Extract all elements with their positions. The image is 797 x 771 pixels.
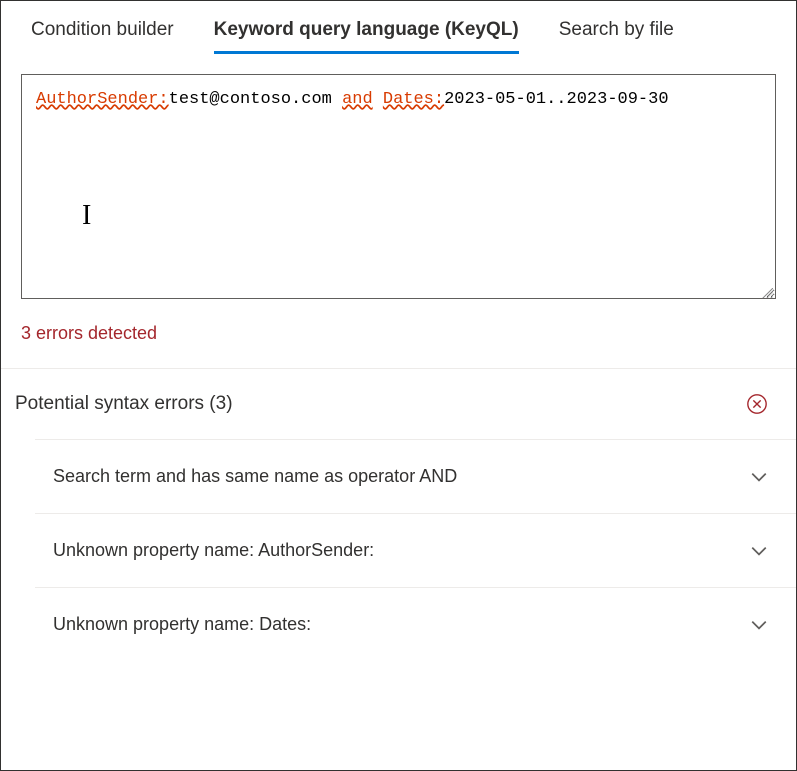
chevron-down-icon bbox=[750, 468, 768, 486]
query-operator: and bbox=[342, 90, 373, 109]
error-message: Unknown property name: Dates: bbox=[53, 614, 311, 635]
resize-handle-icon[interactable] bbox=[761, 284, 773, 296]
section-title: Potential syntax errors (3) bbox=[15, 393, 233, 415]
query-property: AuthorSender: bbox=[36, 90, 169, 109]
error-list: Search term and has same name as operato… bbox=[1, 439, 796, 661]
query-input[interactable]: AuthorSender:test@contoso.com and Dates:… bbox=[21, 74, 776, 299]
error-summary: 3 errors detected bbox=[1, 299, 796, 368]
close-icon[interactable] bbox=[746, 393, 768, 415]
error-item[interactable]: Search term and has same name as operato… bbox=[35, 439, 796, 513]
chevron-down-icon bbox=[750, 542, 768, 560]
query-area: AuthorSender:test@contoso.com and Dates:… bbox=[21, 74, 776, 299]
error-message: Unknown property name: AuthorSender: bbox=[53, 540, 374, 561]
text-cursor-icon: I bbox=[82, 195, 91, 237]
tab-search-by-file[interactable]: Search by file bbox=[559, 19, 674, 54]
query-value: test@contoso.com bbox=[169, 90, 332, 109]
chevron-down-icon bbox=[750, 616, 768, 634]
tab-keyql[interactable]: Keyword query language (KeyQL) bbox=[214, 19, 519, 54]
error-message: Search term and has same name as operato… bbox=[53, 466, 457, 487]
tab-bar: Condition builder Keyword query language… bbox=[1, 1, 796, 54]
error-item[interactable]: Unknown property name: AuthorSender: bbox=[35, 513, 796, 587]
error-item[interactable]: Unknown property name: Dates: bbox=[35, 587, 796, 661]
syntax-errors-header: Potential syntax errors (3) bbox=[1, 369, 796, 439]
query-property: Dates: bbox=[383, 90, 444, 109]
tab-condition-builder[interactable]: Condition builder bbox=[31, 19, 174, 54]
query-value: 2023-05-01..2023-09-30 bbox=[444, 90, 668, 109]
